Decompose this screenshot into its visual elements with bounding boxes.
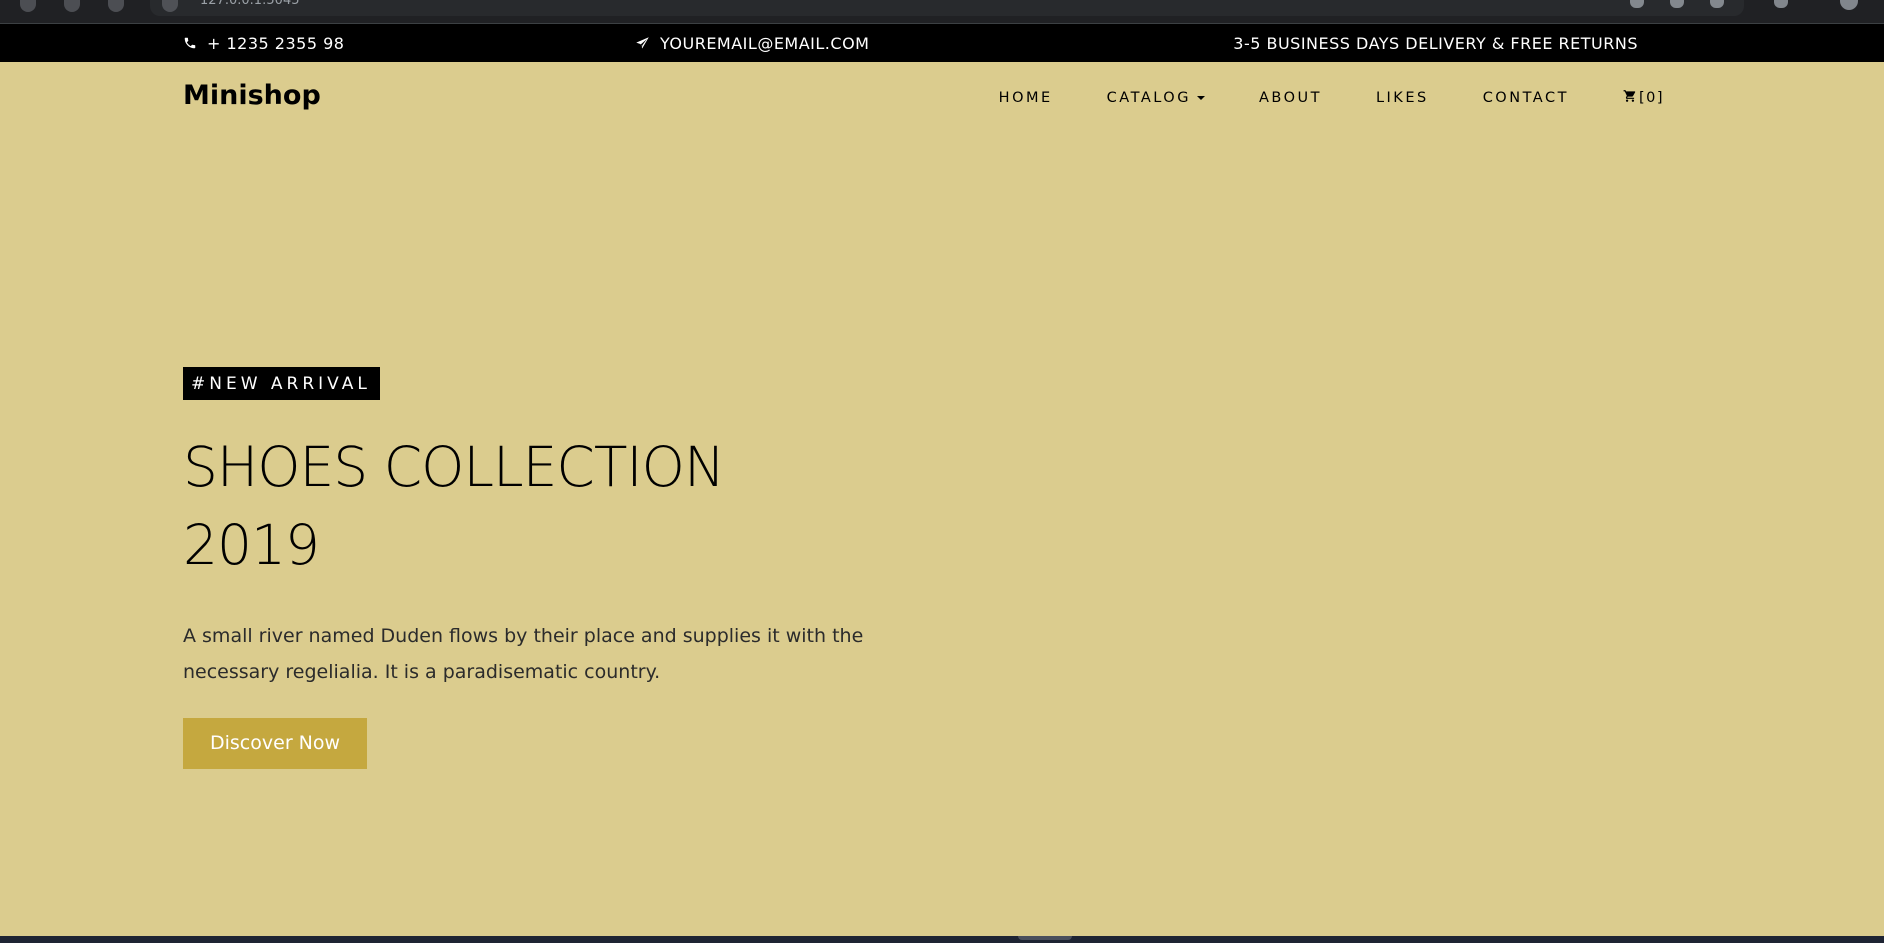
address-bar[interactable] bbox=[150, 0, 1744, 16]
nav-contact[interactable]: CONTACT bbox=[1456, 90, 1596, 106]
chevron-down-icon bbox=[1196, 96, 1205, 100]
hero-headline-line1: SHOES COLLECTION bbox=[183, 435, 725, 499]
main-nav: HOME CATALOG ABOUT LIKES CONTACT [0] bbox=[972, 62, 1664, 134]
phone-icon bbox=[183, 36, 197, 50]
discover-now-button[interactable]: Discover Now bbox=[183, 718, 368, 769]
site-logo[interactable]: Minishop bbox=[183, 80, 321, 111]
nav-home[interactable]: HOME bbox=[972, 90, 1080, 106]
address-bar-url[interactable]: 127.0.0.1:5045 bbox=[200, 0, 300, 8]
back-icon[interactable] bbox=[20, 0, 36, 12]
email-contact[interactable]: YOUREMAIL@EMAIL.COM bbox=[635, 24, 869, 62]
profile-avatar-icon[interactable] bbox=[1840, 0, 1858, 10]
nav-home-label: HOME bbox=[998, 90, 1053, 106]
phone-number: + 1235 2355 98 bbox=[207, 33, 345, 53]
delivery-text: 3-5 BUSINESS DAYS DELIVERY & FREE RETURN… bbox=[1233, 33, 1638, 53]
email-address: YOUREMAIL@EMAIL.COM bbox=[660, 33, 870, 53]
paper-plane-icon bbox=[635, 36, 650, 51]
hero-section: #NEW ARRIVAL SHOES COLLECTION 2019 A sma… bbox=[183, 367, 903, 769]
top-info-bar: + 1235 2355 98 YOUREMAIL@EMAIL.COM 3-5 B… bbox=[0, 24, 1884, 62]
nav-likes-label: LIKES bbox=[1375, 90, 1429, 106]
nav-cart[interactable]: [0] bbox=[1596, 89, 1664, 107]
site-info-icon[interactable] bbox=[162, 0, 178, 12]
delivery-notice: 3-5 BUSINESS DAYS DELIVERY & FREE RETURN… bbox=[1233, 24, 1638, 62]
nav-contact-label: CONTACT bbox=[1482, 90, 1569, 106]
new-arrival-badge: #NEW ARRIVAL bbox=[183, 367, 380, 400]
hero-headline: SHOES COLLECTION 2019 bbox=[183, 428, 903, 584]
nav-about[interactable]: ABOUT bbox=[1232, 90, 1349, 106]
nav-about-label: ABOUT bbox=[1258, 90, 1322, 106]
shopping-cart-icon bbox=[1623, 89, 1637, 107]
forward-icon[interactable] bbox=[64, 0, 80, 12]
taskbar-handle bbox=[1018, 936, 1072, 940]
hero-headline-line2: 2019 bbox=[183, 513, 320, 577]
site-header: Minishop HOME CATALOG ABOUT LIKES CONTAC… bbox=[0, 62, 1884, 134]
hero-description: A small river named Duden flows by their… bbox=[183, 625, 864, 683]
reload-icon[interactable] bbox=[108, 0, 124, 12]
bottom-edge-bar bbox=[0, 936, 1884, 943]
nav-catalog-label: CATALOG bbox=[1106, 90, 1191, 106]
phone-contact[interactable]: + 1235 2355 98 bbox=[183, 24, 344, 62]
nav-catalog[interactable]: CATALOG bbox=[1080, 90, 1232, 106]
cart-count: [0] bbox=[1638, 90, 1664, 106]
browser-toolbar: 127.0.0.1:5045 bbox=[0, 0, 1884, 24]
nav-likes[interactable]: LIKES bbox=[1349, 90, 1456, 106]
extensions-icon[interactable] bbox=[1774, 0, 1788, 8]
